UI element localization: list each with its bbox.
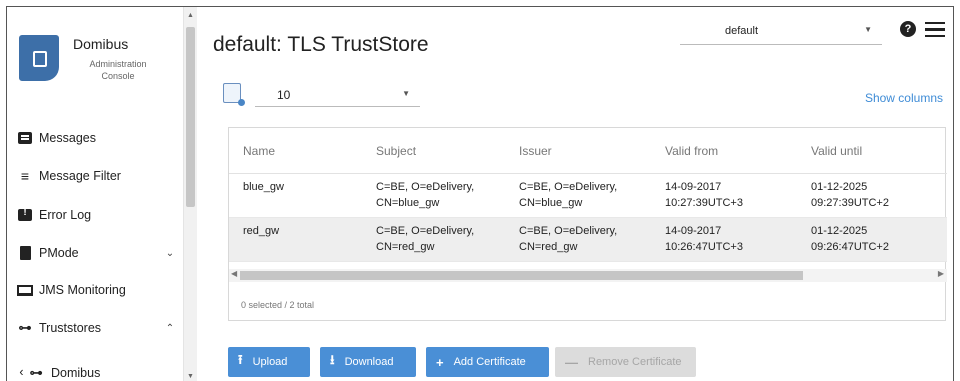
sidebar-item-message-filter[interactable]: ≡ Message Filter [7,158,183,194]
scrollbar-thumb[interactable] [240,271,803,280]
table-row[interactable]: blue_gw C=BE, O=eDelivery, CN=blue_gw C=… [229,174,947,218]
cell-line: 09:27:39UTC+2 [811,197,889,209]
sidebar-scrollbar[interactable]: ▲ ▼ [183,7,197,381]
page-size-select[interactable]: 10 ▼ [255,83,420,107]
sidebar: Domibus Administration Console Messages … [7,7,183,381]
app-name: Domibus [73,36,129,52]
main-content: default: TLS TrustStore default ▼ ? 10 ▼… [197,7,953,381]
cell-subject: C=BE, O=eDelivery, CN=red_gw [376,218,519,261]
download-icon: ⭳ [330,352,335,367]
cell-subject: C=BE, O=eDelivery, CN=blue_gw [376,174,519,217]
domain-select[interactable]: default ▼ [680,19,882,45]
cell-valid-from: 14-09-2017 10:27:39UTC+3 [665,174,811,217]
sidebar-item-label: Domibus [51,366,101,380]
show-columns-link[interactable]: Show columns [865,91,943,105]
table-row[interactable]: red_gw C=BE, O=eDelivery, CN=red_gw C=BE… [229,218,947,262]
scroll-up-icon[interactable]: ▲ [187,12,194,19]
cell-line: C=BE, O=eDelivery, [519,181,618,193]
domain-select-value: default [725,25,759,37]
upload-button-label: Upload [252,356,288,368]
scroll-right-icon[interactable]: ▶ [938,269,944,278]
brand: Domibus Administration Console [7,7,183,115]
cell-valid-until: 01-12-2025 09:27:39UTC+2 [811,174,947,217]
cell-name: red_gw [243,225,280,237]
sidebar-item-label: Message Filter [39,169,121,183]
app-window: Domibus Administration Console Messages … [6,6,954,381]
cell-valid-from: 14-09-2017 10:26:47UTC+3 [665,218,811,261]
sidebar-item-label: Truststores [39,321,102,335]
selection-count: 0 selected / 2 total [241,300,315,310]
cell-line: CN=red_gw [376,241,435,253]
chevron-down-icon: ⌄ [165,247,175,259]
scroll-down-icon[interactable]: ▼ [187,373,194,380]
csv-export-icon[interactable] [223,83,245,106]
cell-line: CN=blue_gw [376,197,440,209]
column-header-name[interactable]: Name [229,143,376,159]
message-icon [7,132,39,144]
filter-icon: ≡ [20,168,30,184]
dropdown-arrow-icon: ▼ [864,25,872,34]
chevron-up-icon: ⌃ [165,322,175,334]
cell-valid-until: 01-12-2025 09:26:47UTC+2 [811,218,947,261]
menu-icon[interactable] [925,22,945,37]
cell-line: C=BE, O=eDelivery, [376,225,475,237]
key-icon: ⊶ [29,365,43,380]
truststore-table: Name Subject Issuer Valid from Valid unt… [228,127,947,321]
remove-certificate-label: Remove Certificate [588,356,682,368]
sidebar-item-messages[interactable]: Messages [7,120,183,156]
cell-line: 14-09-2017 [665,181,722,193]
column-header-issuer[interactable]: Issuer [519,143,665,159]
cell-line: C=BE, O=eDelivery, [519,225,618,237]
cell-line: 01-12-2025 [811,181,868,193]
sidebar-item-label: Error Log [39,208,92,222]
sidebar-item-error-log[interactable]: Error Log [7,197,183,233]
table-horizontal-scrollbar[interactable]: ◀ ▶ [229,269,947,282]
help-icon[interactable]: ? [900,21,916,37]
sidebar-item-pmode[interactable]: PMode ⌄ [7,235,183,271]
table-header: Name Subject Issuer Valid from Valid unt… [229,128,947,174]
error-icon [7,207,39,221]
cell-line: CN=red_gw [519,241,578,253]
app-subtitle: Administration Console [89,59,147,81]
cell-line: 10:26:47UTC+3 [665,241,743,253]
page-size-value: 10 [277,88,291,102]
column-header-valid-from[interactable]: Valid from [665,143,811,159]
sidebar-item-label: Messages [39,131,96,145]
download-button[interactable]: ⭳ Download [320,347,416,377]
download-button-label: Download [344,356,394,368]
cell-line: 10:27:39UTC+3 [665,197,743,209]
scrollbar-thumb[interactable] [186,27,195,207]
upload-button[interactable]: ⭱ Upload [228,347,310,377]
add-certificate-button[interactable]: + Add Certificate [426,347,549,377]
cell-issuer: C=BE, O=eDelivery, CN=blue_gw [519,174,665,217]
cell-line: CN=blue_gw [519,197,583,209]
column-header-valid-until[interactable]: Valid until [811,143,947,159]
cell-line: C=BE, O=eDelivery, [376,181,475,193]
sidebar-item-label: JMS Monitoring [39,283,126,297]
cell-issuer: C=BE, O=eDelivery, CN=red_gw [519,218,665,261]
file-icon [7,246,39,260]
domibus-logo [19,35,59,81]
dropdown-arrow-icon: ▼ [402,89,410,98]
remove-certificate-button[interactable]: — Remove Certificate [555,347,696,377]
chevron-left-icon: ‹ [19,365,24,379]
sidebar-item-domibus[interactable]: ‹ ⊶ Domibus [7,355,183,381]
cell-line: 01-12-2025 [811,225,868,237]
cell-line: 14-09-2017 [665,225,722,237]
page-title: default: TLS TrustStore [213,33,429,56]
monitor-icon [7,284,39,296]
key-icon: ⊶ [18,320,32,335]
cell-name: blue_gw [243,181,284,193]
plus-icon: + [436,354,444,370]
cell-line: 09:26:47UTC+2 [811,241,889,253]
minus-icon: — [565,354,578,370]
scroll-left-icon[interactable]: ◀ [231,269,237,278]
column-header-subject[interactable]: Subject [376,143,519,159]
sidebar-item-label: PMode [39,246,79,260]
upload-icon: ⭱ [238,352,243,367]
add-certificate-label: Add Certificate [453,356,526,368]
sidebar-item-truststores[interactable]: ⊶ Truststores ⌃ [7,310,183,346]
sidebar-item-jms-monitoring[interactable]: JMS Monitoring [7,272,183,308]
